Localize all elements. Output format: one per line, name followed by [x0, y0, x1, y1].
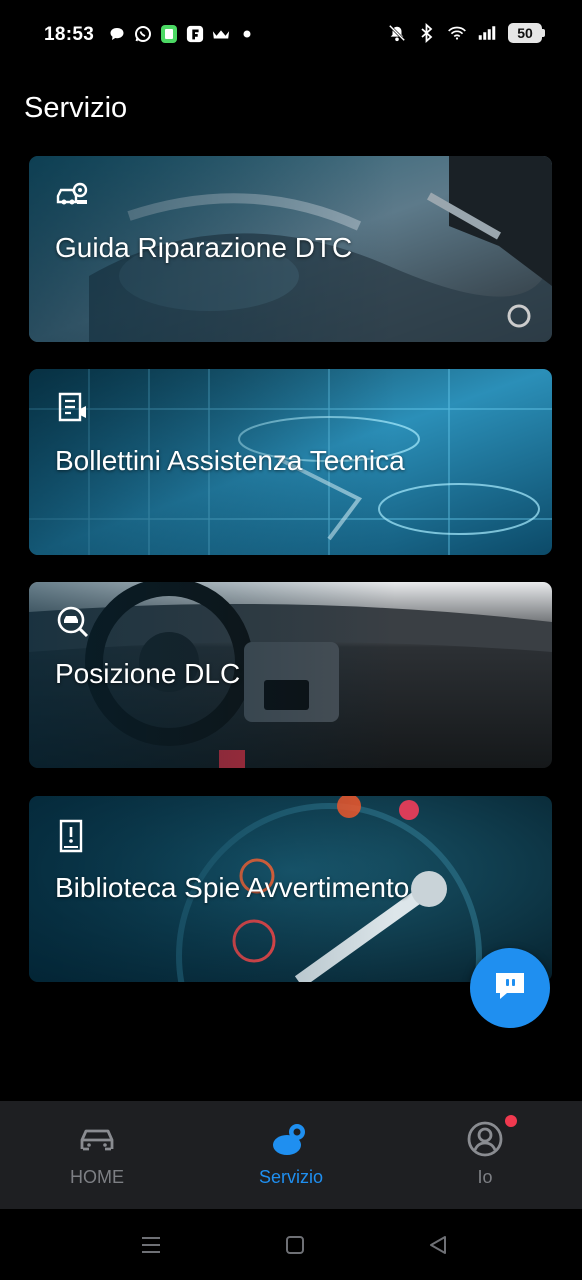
nav-label: Io: [477, 1167, 493, 1187]
card-warning-light-library[interactable]: Biblioteca Spie Avvertimento: [29, 796, 552, 982]
battery-indicator: 50: [508, 23, 545, 43]
card-dtc-repair-guide[interactable]: Guida Riparazione DTC: [29, 156, 552, 342]
service-icon: [271, 1119, 311, 1159]
wifi-icon: [448, 23, 466, 43]
nav-item-home[interactable]: HOME: [0, 1101, 194, 1209]
notification-icons: [108, 24, 256, 44]
notification-badge: [505, 1115, 517, 1127]
status-time: 18:53: [44, 24, 95, 45]
magnifier-car-icon: [55, 604, 91, 640]
profile-icon: [465, 1119, 505, 1159]
card-label: Posizione DLC: [55, 658, 241, 689]
crown-icon: [212, 24, 230, 44]
system-navigation-bar: [0, 1209, 582, 1280]
chat-bubble-icon: [108, 24, 126, 44]
menu-icon[interactable]: [139, 1233, 163, 1257]
mute-bell-icon: [388, 23, 406, 43]
home-square-icon[interactable]: [283, 1233, 307, 1257]
green-app-icon: [160, 24, 178, 44]
card-label: Biblioteca Spie Avvertimento: [55, 872, 410, 903]
whatsapp-icon: [134, 24, 152, 44]
signal-icon: [478, 23, 496, 43]
bulletin-icon: [55, 391, 91, 427]
card-dlc-position[interactable]: Posizione DLC: [29, 582, 552, 768]
page-title: Servizio: [24, 92, 128, 124]
car-search-icon: [55, 178, 91, 214]
dot-icon: [238, 24, 256, 44]
nav-label: Servizio: [258, 1167, 324, 1187]
card-label: Guida Riparazione DTC: [55, 232, 353, 263]
warning-book-icon: [55, 818, 91, 854]
card-label: Bollettini Assistenza Tecnica: [55, 445, 405, 476]
chat-fab-button[interactable]: [470, 948, 550, 1028]
bluetooth-icon: [418, 23, 436, 43]
back-triangle-icon[interactable]: [426, 1233, 450, 1257]
car-icon: [77, 1119, 117, 1159]
status-bar: 18:53 50: [0, 0, 582, 70]
chat-icon: [493, 970, 527, 1007]
bottom-navigation: HOME Servizio Io: [0, 1101, 582, 1209]
nav-label: HOME: [70, 1167, 124, 1187]
nav-item-io[interactable]: Io: [388, 1101, 582, 1209]
nav-item-servizio[interactable]: Servizio: [194, 1101, 388, 1209]
system-status-icons: 50: [388, 23, 545, 43]
f-app-icon: [186, 24, 204, 44]
card-technical-bulletins[interactable]: Bollettini Assistenza Tecnica: [29, 369, 552, 555]
